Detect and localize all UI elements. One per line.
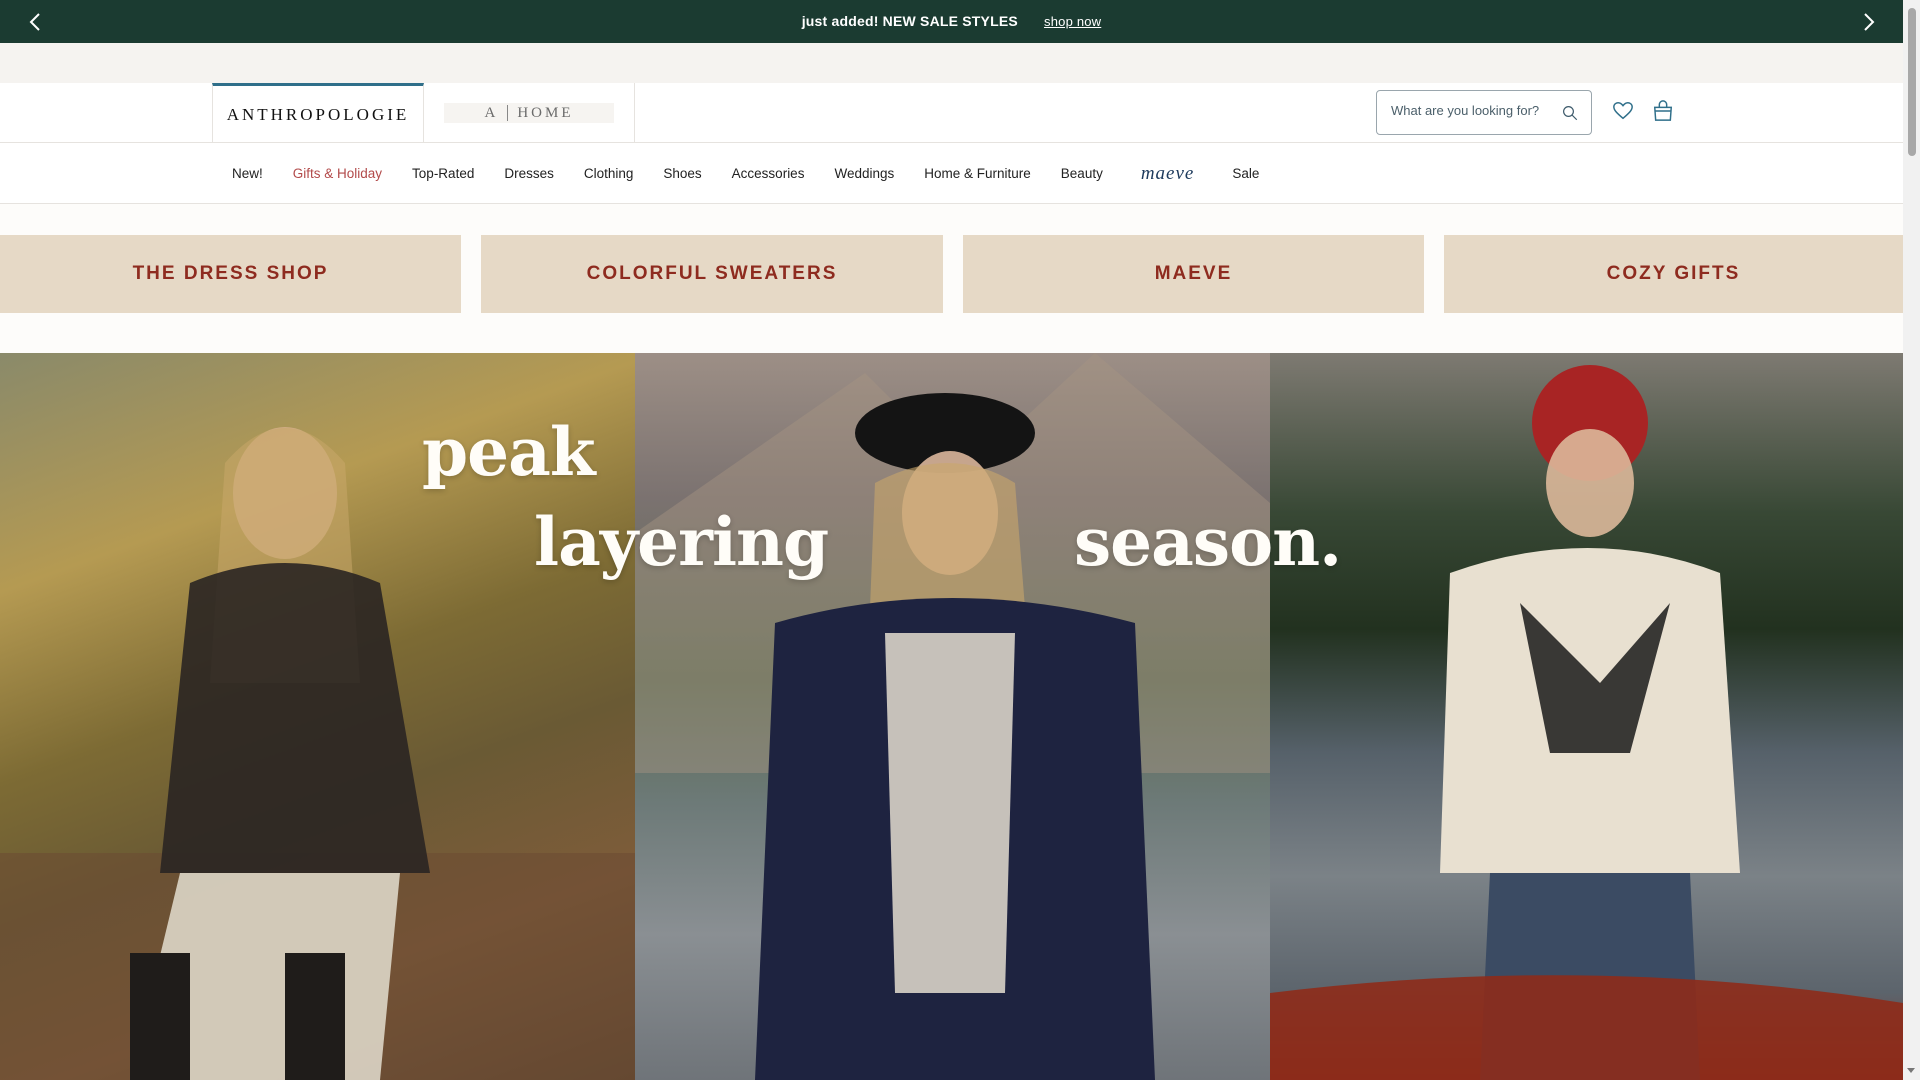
chevron-right-icon[interactable] xyxy=(1856,10,1880,34)
scroll-down-arrow-icon[interactable] xyxy=(1907,1068,1915,1073)
nav-item-accessories[interactable]: Accessories xyxy=(732,166,805,181)
tile-label: COLORFUL SWEATERS xyxy=(586,263,838,284)
brand-tab-home[interactable]: A HOME xyxy=(424,83,635,143)
nav-item-top-rated[interactable]: Top-Rated xyxy=(412,166,474,181)
home-logo: A HOME xyxy=(444,103,614,123)
brand-tab-anthropologie[interactable]: ANTHROPOLOGIE xyxy=(212,83,424,143)
nav-item-shoes[interactable]: Shoes xyxy=(663,166,701,181)
model-silhouette-right xyxy=(1270,365,1903,1080)
page-scrollbar[interactable] xyxy=(1903,0,1920,1080)
search-icon[interactable] xyxy=(1561,104,1579,122)
nav-item-home-furniture[interactable]: Home & Furniture xyxy=(924,166,1031,181)
nav-item-new[interactable]: New! xyxy=(232,166,263,181)
tile-dress-shop[interactable]: THE DRESS SHOP xyxy=(0,235,461,313)
nav-item-beauty[interactable]: Beauty xyxy=(1061,166,1103,181)
nav-item-weddings[interactable]: Weddings xyxy=(834,166,894,181)
tile-cozy-gifts[interactable]: COZY GIFTS xyxy=(1444,235,1903,313)
hero-banner[interactable]: peak layering season. xyxy=(0,353,1903,1080)
site-header: ANTHROPOLOGIE A HOME xyxy=(0,83,1903,143)
hero-headline-word-1: peak xyxy=(422,413,596,491)
tile-maeve[interactable]: MAEVE xyxy=(963,235,1424,313)
search-box[interactable] xyxy=(1376,90,1592,135)
promo-message: just added! NEW SALE STYLES shop now xyxy=(0,13,1903,29)
promo-text: just added! NEW SALE STYLES xyxy=(801,13,1018,29)
hero-headline-word-2: layering xyxy=(534,503,829,581)
tile-label: MAEVE xyxy=(1154,263,1233,284)
model-silhouette-center xyxy=(635,353,1270,1080)
nav-item-gifts-holiday[interactable]: Gifts & Holiday xyxy=(293,166,382,181)
category-tiles: THE DRESS SHOP COLORFUL SWEATERS MAEVE C… xyxy=(0,235,1903,313)
nav-item-maeve[interactable]: maeve xyxy=(1141,163,1195,185)
shopping-bag-icon[interactable] xyxy=(1652,99,1674,123)
shop-now-link[interactable]: shop now xyxy=(1044,14,1101,29)
nav-item-sale[interactable]: Sale xyxy=(1232,166,1259,181)
home-logo-a: A xyxy=(484,104,499,121)
home-logo-home: HOME xyxy=(517,104,574,121)
tile-colorful-sweaters[interactable]: COLORFUL SWEATERS xyxy=(481,235,943,313)
header-spacer xyxy=(0,43,1903,83)
nav-item-clothing[interactable]: Clothing xyxy=(584,166,634,181)
heart-icon[interactable] xyxy=(1612,100,1634,122)
tile-label: THE DRESS SHOP xyxy=(132,263,329,284)
main-navigation: New! Gifts & Holiday Top-Rated Dresses C… xyxy=(0,143,1903,204)
search-input[interactable] xyxy=(1391,103,1561,118)
tile-label: COZY GIFTS xyxy=(1606,263,1741,284)
brand-logo: ANTHROPOLOGIE xyxy=(226,104,410,124)
hero-image-right xyxy=(1270,353,1903,1080)
home-logo-divider xyxy=(507,105,509,121)
hero-image-center xyxy=(635,353,1270,1080)
nav-item-dresses[interactable]: Dresses xyxy=(504,166,554,181)
hero-headline-word-3: season. xyxy=(1074,503,1342,581)
scrollbar-thumb[interactable] xyxy=(1908,8,1916,156)
promo-bar: just added! NEW SALE STYLES shop now xyxy=(0,0,1903,43)
